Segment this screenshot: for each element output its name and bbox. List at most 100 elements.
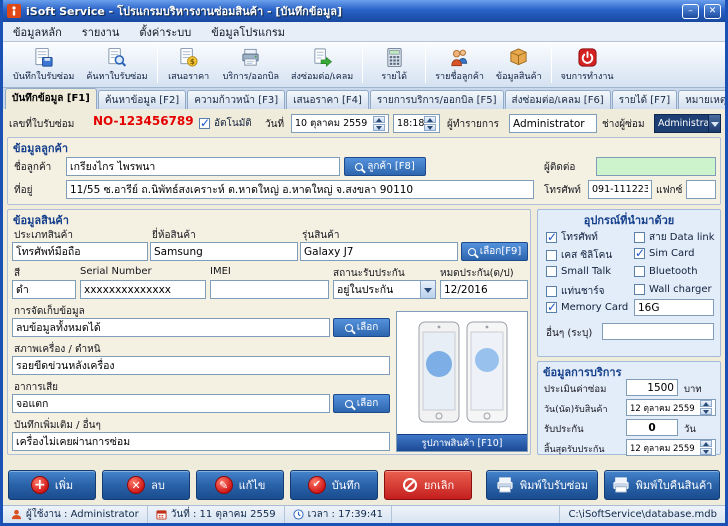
tab-service-billing[interactable]: รายการบริการ/ออกบิล [F5] [370,90,504,109]
operator-field[interactable]: Administrator [509,114,597,133]
tab-income[interactable]: รายได้ [F7] [612,90,677,109]
storage-label: การจัดเก็บข้อมูล [14,304,85,319]
accessory-checkbox[interactable] [634,248,645,259]
save-button[interactable]: บันทึก [290,470,378,500]
warranty-until-spinner[interactable] [700,440,712,455]
symptom-field[interactable]: จอแตก [12,394,330,413]
warranty-end-field[interactable]: 12/2016 [440,280,528,299]
toolbar-billing[interactable]: บริการ/ออกบิล [217,43,285,86]
condition-field[interactable]: รอยขีดข่วนหลังเครื่อง [12,356,390,375]
model-field[interactable]: Galaxy J7 [300,242,458,261]
pickup-date-field[interactable]: 12 ตุลาคม 2559 [626,399,716,416]
receipt-time-field[interactable]: 18:18 [393,114,440,133]
toolbar-separator [362,47,363,83]
note-field[interactable]: เครื่องไม่เคยผ่านการซ่อม [12,432,390,451]
warranty-status-combobox[interactable]: อยู่ในประกัน [333,280,436,299]
spin-down-icon[interactable] [700,448,712,455]
user-icon [11,509,22,520]
menu-program-info[interactable]: ข้อมูลโปรแกรม [201,21,295,43]
tab-progress[interactable]: ความก้าวหน้า [F3] [187,90,285,109]
contact-field[interactable] [596,157,716,176]
accessory-checkbox[interactable] [634,284,645,295]
spin-up-icon[interactable] [700,400,712,407]
delete-button[interactable]: ลบ [102,470,190,500]
customer-name-field[interactable]: เกรียงไกร ไพรพนา [66,157,340,176]
toolbar-product-data[interactable]: ข้อมูลสินค้า [490,43,548,86]
toolbar-income[interactable]: รายได้ [366,43,422,86]
spin-down-icon[interactable] [700,408,712,415]
menu-reports[interactable]: รายงาน [72,21,130,43]
fax-field[interactable] [686,180,716,199]
other-accessory-label: อื่นๆ (ระบุ) [546,326,592,341]
imei-field[interactable] [210,280,329,299]
product-image-button[interactable]: รูปภาพสินค้า [F10] [397,434,527,451]
phone-field[interactable]: 091-1112233 [588,180,652,199]
menu-main-data[interactable]: ข้อมูลหลัก [3,21,72,43]
receipt-date-value: 10 ตุลาคม 2559 [295,116,367,131]
spin-down-icon[interactable] [424,124,436,131]
menu-settings[interactable]: ตั้งค่าระบบ [129,21,201,43]
toolbar-search-receipt[interactable]: ค้นหาใบรับซ่อม [80,43,153,86]
cancel-button[interactable]: ยกเลิก [384,470,472,500]
product-type-field[interactable]: โทรศัพท์มือถือ [12,242,148,261]
status-db-text: C:\iSoftService\database.mdb [568,509,717,520]
title-bar: iSoft Service - โปรแกรมบริหารงานซ่อมสินค… [3,0,725,22]
accessory-checkbox[interactable] [546,232,557,243]
technician-combobox[interactable]: Administrator [654,114,721,133]
chevron-down-icon[interactable] [420,281,435,298]
spin-up-icon[interactable] [424,116,436,123]
symptom-select-button[interactable]: เลือก [333,394,390,413]
accessory-checkbox[interactable] [546,250,557,261]
toolbar-quotation[interactable]: $ เสนอราคา [161,43,217,86]
tab-forward-claim[interactable]: ส่งซ่อมต่อ/เคลม [F6] [505,90,611,109]
customer-lookup-button[interactable]: ลูกค้า [F8] [344,157,426,176]
receipt-date-field[interactable]: 10 ตุลาคม 2559 [291,114,389,133]
toolbar-exit[interactable]: จบการทำงาน [555,43,620,86]
toolbar-forward-claim[interactable]: ส่งซ่อมต่อ/เคลม [285,43,359,86]
accessory-checkbox[interactable] [546,286,557,297]
chevron-down-icon[interactable] [708,115,720,132]
add-button[interactable]: เพิ่ม [8,470,96,500]
address-label: ที่อยู่ [14,183,32,198]
print-receipt-button[interactable]: พิมพ์ใบรับซ่อม [486,470,598,500]
estimate-field[interactable]: 1500 [626,379,678,396]
toolbar-customer-list[interactable]: รายชื่อลูกค้า [429,43,490,86]
spin-up-icon[interactable] [700,440,712,447]
date-spinner[interactable] [373,116,385,131]
toolbar-label: รายชื่อลูกค้า [435,69,484,83]
warranty-until-field[interactable]: 12 ตุลาคม 2559 [626,439,716,456]
accessory-checkbox[interactable] [546,266,557,277]
spin-up-icon[interactable] [373,116,385,123]
auto-number-checkbox[interactable] [199,118,210,129]
accessory-checkbox[interactable] [546,302,557,313]
tab-search-data[interactable]: ค้นหาข้อมูล [F2] [98,90,186,109]
storage-select-button[interactable]: เลือก [333,318,390,337]
time-spinner[interactable] [424,116,436,131]
toolbar-save-receipt[interactable]: บันทึกใบรับซ่อม [7,43,80,86]
warranty-until-label: สิ้นสุดรับประกัน [544,442,605,456]
forward-claim-icon [312,47,333,68]
service-warranty-field[interactable]: 0 [626,419,678,436]
color-field[interactable]: ดำ [12,280,76,299]
storage-field[interactable]: ลบข้อมูลทั้งหมดได้ [12,318,330,337]
accessory-label: เคส ซิลิโคน [561,248,612,263]
tab-record-data[interactable]: บันทึกข้อมูล [F1] [5,88,97,109]
brand-field[interactable]: Samsung [150,242,298,261]
tab-note[interactable]: หมายเหตุ [678,90,725,109]
edit-button[interactable]: แก้ไข [196,470,284,500]
other-accessory-field[interactable] [602,323,714,340]
memory-card-size-field[interactable]: 16G [634,299,714,316]
pickup-date-spinner[interactable] [700,400,712,415]
serial-field[interactable]: xxxxxxxxxxxxxx [80,280,206,299]
spin-down-icon[interactable] [373,124,385,131]
operator-value: Administrator [513,118,585,130]
model-select-button[interactable]: เลือก[F9] [461,242,528,261]
accessory-checkbox[interactable] [634,232,645,243]
minimize-button[interactable]: – [682,4,699,19]
tab-quotation[interactable]: เสนอราคา [F4] [286,90,369,109]
address-field[interactable]: 11/55 ซ.อารีย์ ถ.นิพัทธ์สงเคราะห์ ต.หาดใ… [66,180,534,199]
print-return-button[interactable]: พิมพ์ใบคืนสินค้า [604,470,720,500]
accessory-checkbox[interactable] [634,266,645,277]
toolbar-label: ส่งซ่อมต่อ/เคลม [291,69,353,83]
close-button[interactable]: ✕ [704,4,721,19]
